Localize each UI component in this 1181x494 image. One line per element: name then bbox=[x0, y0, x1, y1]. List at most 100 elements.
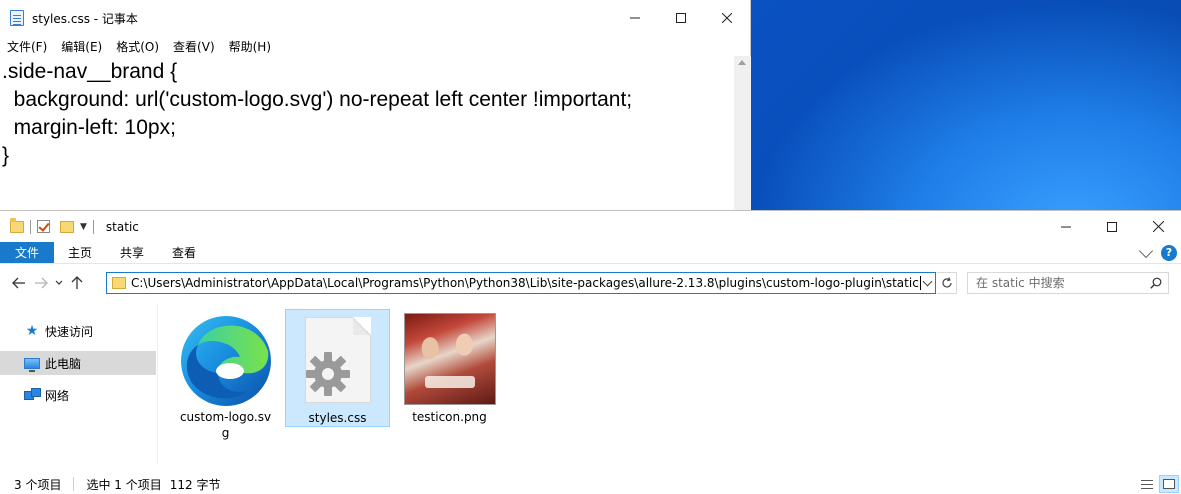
code-line: background: url('custom-logo.svg') no-re… bbox=[2, 88, 633, 111]
explorer-title: static bbox=[105, 219, 139, 234]
notepad-vertical-scrollbar[interactable] bbox=[734, 56, 751, 214]
large-icons-view-button[interactable] bbox=[1159, 475, 1179, 493]
toolbar-divider bbox=[92, 219, 94, 234]
tab-home-label: 主页 bbox=[68, 246, 93, 260]
address-input[interactable]: C:\Users\Administrator\AppData\Local\Pro… bbox=[106, 272, 936, 294]
up-arrow-icon bbox=[71, 276, 83, 289]
large-icons-view-icon bbox=[1163, 479, 1175, 489]
status-bar: 3 个项目 选中 1 个项目 112 字节 bbox=[0, 473, 1181, 494]
computer-icon bbox=[24, 356, 40, 372]
tab-home[interactable]: 主页 bbox=[54, 242, 106, 263]
selected-size: 112 字节 bbox=[169, 477, 221, 492]
search-box[interactable] bbox=[967, 272, 1169, 294]
search-icon[interactable] bbox=[1150, 277, 1162, 289]
code-line: margin-left: 10px; bbox=[2, 116, 176, 139]
forward-button[interactable] bbox=[30, 272, 52, 294]
sidebar-item-network[interactable]: 网络 bbox=[0, 383, 156, 407]
view-toggle bbox=[1137, 473, 1179, 494]
ribbon-tabs: 文件 主页 共享 查看 ? bbox=[0, 242, 1181, 264]
selected-count: 选中 1 个项目 bbox=[86, 477, 162, 492]
star-icon: ★ bbox=[25, 323, 39, 339]
address-bar-row: C:\Users\Administrator\AppData\Local\Pro… bbox=[0, 264, 1181, 302]
image-thumbnail bbox=[402, 311, 498, 407]
minimize-icon bbox=[1061, 226, 1071, 227]
toolbar-divider bbox=[30, 219, 31, 234]
text-cursor bbox=[919, 276, 921, 290]
file-explorer-window: ▼ static 文件 主页 共享 查看 ? C:\Users\Administ… bbox=[0, 210, 1181, 494]
explorer-body: ★ 快速访问 此电脑 网络 custom-logo.svg styles.css… bbox=[0, 303, 1181, 465]
folder-icon bbox=[112, 277, 126, 289]
up-button[interactable] bbox=[66, 272, 88, 294]
navigation-pane: ★ 快速访问 此电脑 网络 bbox=[0, 303, 158, 465]
address-dropdown-chevron-icon[interactable] bbox=[922, 276, 933, 287]
gear-icon bbox=[305, 352, 350, 396]
maximize-icon bbox=[676, 13, 686, 23]
tab-file[interactable]: 文件 bbox=[0, 242, 55, 263]
explorer-window-controls bbox=[1043, 211, 1181, 242]
menu-view[interactable]: 查看(V) bbox=[166, 38, 222, 55]
tab-view[interactable]: 查看 bbox=[158, 242, 210, 263]
file-list: custom-logo.svg styles.css testicon.png bbox=[159, 303, 1181, 465]
sidebar-item-quick-access[interactable]: ★ 快速访问 bbox=[0, 319, 156, 343]
menu-help[interactable]: 帮助(H) bbox=[222, 38, 278, 55]
notepad-title: styles.css - 记事本 bbox=[32, 11, 138, 26]
back-button[interactable] bbox=[8, 272, 30, 294]
minimize-icon bbox=[630, 17, 640, 19]
ribbon-right-controls: ? bbox=[1138, 242, 1181, 263]
explorer-titlebar[interactable]: ▼ static bbox=[0, 211, 1181, 242]
minimize-button[interactable] bbox=[612, 0, 658, 36]
sidebar-item-label: 此电脑 bbox=[45, 356, 82, 371]
recent-locations-button[interactable] bbox=[52, 272, 66, 294]
item-count: 3 个项目 bbox=[14, 477, 62, 492]
folder-icon bbox=[10, 217, 24, 233]
details-view-button[interactable] bbox=[1137, 475, 1157, 493]
scroll-up-arrow-icon[interactable] bbox=[738, 60, 746, 65]
edge-icon bbox=[178, 311, 274, 407]
close-icon bbox=[722, 13, 732, 23]
file-item-styles-css[interactable]: styles.css bbox=[285, 309, 390, 427]
chevron-down-icon bbox=[55, 280, 63, 285]
tab-file-label: 文件 bbox=[15, 246, 40, 260]
sidebar-item-label: 快速访问 bbox=[45, 324, 94, 339]
tab-share[interactable]: 共享 bbox=[106, 242, 158, 263]
notepad-titlebar[interactable]: styles.css - 记事本 bbox=[0, 0, 750, 36]
notepad-text-area[interactable]: .side-nav__brand { background: url('cust… bbox=[0, 56, 734, 214]
details-view-icon bbox=[1141, 479, 1153, 489]
minimize-button[interactable] bbox=[1043, 211, 1089, 242]
help-icon[interactable]: ? bbox=[1161, 244, 1177, 261]
back-arrow-icon bbox=[12, 277, 25, 289]
maximize-button[interactable] bbox=[1089, 211, 1135, 242]
notepad-window: styles.css - 记事本 文件(F) 编辑(E) 格式(O) 查看(V)… bbox=[0, 0, 751, 214]
close-icon bbox=[1152, 221, 1164, 232]
close-button[interactable] bbox=[1135, 211, 1181, 242]
notepad-menubar: 文件(F) 编辑(E) 格式(O) 查看(V) 帮助(H) bbox=[0, 36, 750, 56]
desktop-background bbox=[750, 0, 1181, 210]
notepad-app-icon bbox=[9, 9, 25, 27]
quick-access-dropdown-icon[interactable]: ▼ bbox=[80, 222, 87, 232]
code-line: .side-nav__brand { bbox=[2, 60, 178, 83]
close-button[interactable] bbox=[704, 0, 750, 36]
menu-file[interactable]: 文件(F) bbox=[0, 38, 54, 55]
file-name: testicon.png bbox=[412, 410, 487, 424]
code-line: } bbox=[2, 144, 10, 167]
tab-view-label: 查看 bbox=[172, 246, 197, 260]
file-name: styles.css bbox=[308, 411, 367, 425]
address-path[interactable]: C:\Users\Administrator\AppData\Local\Pro… bbox=[131, 276, 919, 290]
sidebar-item-this-pc[interactable]: 此电脑 bbox=[0, 351, 156, 375]
expand-ribbon-chevron-icon[interactable] bbox=[1138, 243, 1154, 258]
maximize-icon bbox=[1107, 221, 1117, 232]
new-folder-icon[interactable] bbox=[60, 220, 74, 233]
file-item-custom-logo-svg[interactable]: custom-logo.svg bbox=[173, 309, 278, 440]
tab-share-label: 共享 bbox=[120, 246, 145, 260]
notepad-window-controls bbox=[612, 0, 750, 36]
search-input[interactable] bbox=[968, 276, 1138, 290]
forward-arrow-icon bbox=[35, 277, 48, 289]
file-name: custom-logo.svg bbox=[179, 410, 272, 440]
refresh-button[interactable] bbox=[937, 272, 957, 294]
maximize-button[interactable] bbox=[658, 0, 704, 36]
network-icon bbox=[24, 388, 41, 402]
menu-format[interactable]: 格式(O) bbox=[109, 38, 166, 55]
file-item-testicon-png[interactable]: testicon.png bbox=[397, 309, 502, 427]
properties-icon[interactable] bbox=[37, 220, 50, 233]
menu-edit[interactable]: 编辑(E) bbox=[54, 38, 109, 55]
